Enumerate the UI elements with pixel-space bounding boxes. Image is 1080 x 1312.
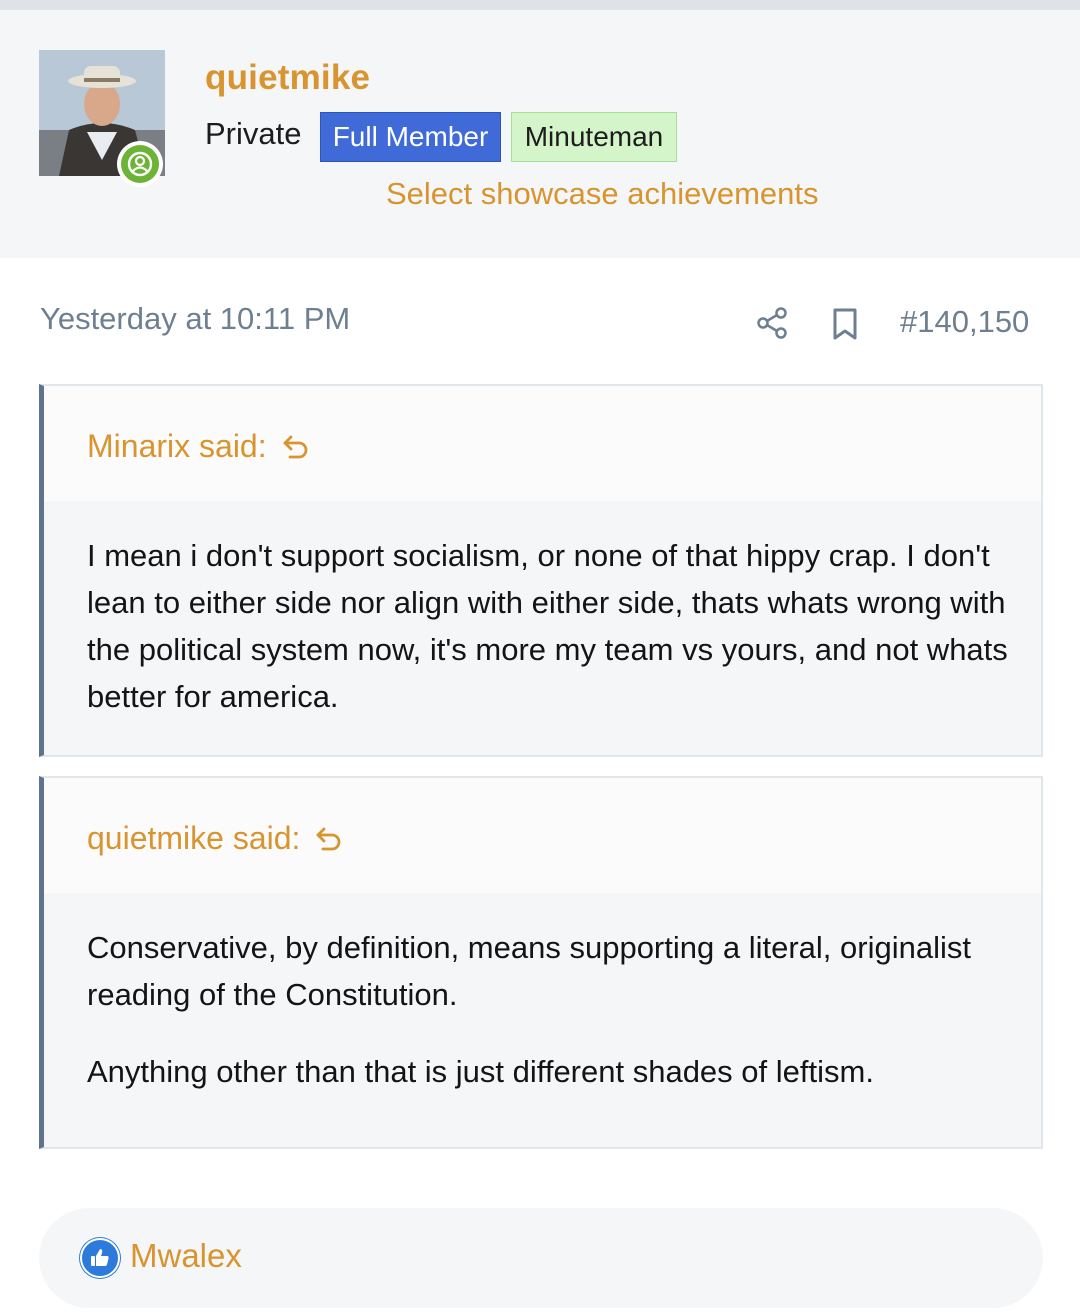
select-showcase-achievements-link[interactable]: Select showcase achievements <box>386 176 819 212</box>
quote-author-link[interactable]: Minarix said: <box>87 428 311 465</box>
quote-paragraph: Conservative, by definition, means suppo… <box>87 930 971 1012</box>
quote-author[interactable]: quietmike said: <box>87 820 300 857</box>
go-to-quoted-post-icon[interactable] <box>314 824 344 854</box>
top-strip <box>0 0 1080 10</box>
post-number-link[interactable]: #140,150 <box>900 304 1029 340</box>
quote-block: Minarix said: I mean i don't support soc… <box>39 384 1043 757</box>
user-online-icon <box>127 151 153 177</box>
bookmark-icon[interactable] <box>831 307 859 341</box>
quote-paragraph: I mean i don't support socialism, or non… <box>87 538 1008 714</box>
online-status-badge <box>117 141 163 187</box>
quote-content: Conservative, by definition, means suppo… <box>44 893 1041 1095</box>
user-title: Private <box>205 116 302 151</box>
quote-author-link[interactable]: quietmike said: <box>87 820 344 857</box>
quote-header: Minarix said: <box>44 386 1041 501</box>
reactions-bar[interactable]: Mwalex <box>39 1208 1043 1308</box>
quote-content: I mean i don't support socialism, or non… <box>44 501 1041 720</box>
thumbs-up-icon <box>80 1238 120 1278</box>
user-header: quietmike Private Full Member Minuteman … <box>0 10 1080 258</box>
go-to-quoted-post-icon[interactable] <box>281 432 311 462</box>
quote-paragraph: Anything other than that is just differe… <box>87 1054 874 1089</box>
quote-header: quietmike said: <box>44 778 1041 893</box>
username[interactable]: quietmike <box>205 58 370 98</box>
banner-full-member: Full Member <box>320 112 501 162</box>
reaction-users-link[interactable]: Mwalex <box>130 1237 242 1275</box>
post-timestamp[interactable]: Yesterday at 10:11 PM <box>40 301 350 337</box>
share-icon[interactable] <box>756 305 788 341</box>
quote-block: quietmike said: Conservative, by definit… <box>39 776 1043 1149</box>
quote-author[interactable]: Minarix said: <box>87 428 267 465</box>
banner-minuteman: Minuteman <box>511 112 677 162</box>
